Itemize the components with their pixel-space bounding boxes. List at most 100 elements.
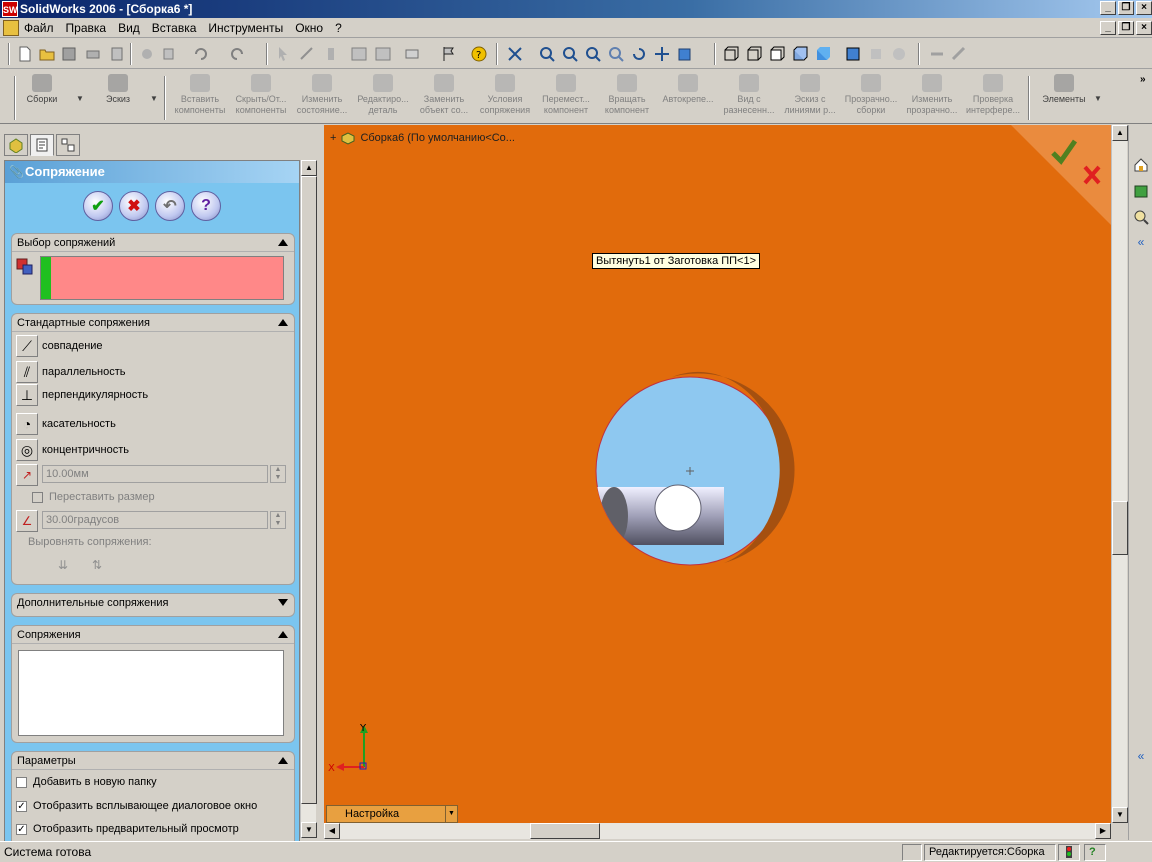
zoom-area-icon[interactable] bbox=[561, 45, 579, 63]
zoom-fit-icon[interactable] bbox=[538, 45, 556, 63]
mates-header[interactable]: Сопряжения bbox=[12, 626, 294, 644]
help-button[interactable]: ? bbox=[191, 191, 221, 221]
angle-spinner[interactable]: ▲ ▼ bbox=[270, 511, 286, 529]
scroll-down-icon[interactable]: ▼ bbox=[301, 822, 317, 838]
sketch-dropdown-icon[interactable]: ▼ bbox=[150, 94, 158, 103]
feature-manager-tab[interactable] bbox=[4, 134, 28, 156]
section-view-icon[interactable] bbox=[867, 45, 885, 63]
smart-fasteners-button[interactable]: Автокрепе... bbox=[656, 74, 720, 122]
standard-mates-header[interactable]: Стандартные сопряжения bbox=[12, 314, 294, 332]
help-icon[interactable]: ? bbox=[470, 45, 488, 63]
move-component-button[interactable]: Перемест... компонент bbox=[534, 74, 598, 122]
flag-icon[interactable] bbox=[440, 45, 458, 63]
pan-icon[interactable] bbox=[653, 45, 671, 63]
scroll-left-icon[interactable]: ◀ bbox=[324, 823, 340, 839]
advanced-mates-header[interactable]: Дополнительные сопряжения bbox=[12, 594, 294, 612]
standard-views-icon[interactable] bbox=[676, 45, 694, 63]
mate-perpendicular[interactable]: ⊥ перпендикулярность bbox=[16, 383, 148, 407]
scroll-down-icon[interactable]: ▼ bbox=[1112, 807, 1128, 823]
copy-icon[interactable] bbox=[160, 45, 178, 63]
hide-show-components-button[interactable]: Скрыть/От... компоненты bbox=[229, 74, 293, 122]
assembly-transparency-button[interactable]: Прозрачно... сборки bbox=[839, 74, 903, 122]
redo-icon[interactable] bbox=[228, 45, 246, 63]
replace-entity-button[interactable]: Заменить объект со... bbox=[412, 74, 476, 122]
cancel-button[interactable]: ✖ bbox=[119, 191, 149, 221]
view-orientation-icon[interactable] bbox=[506, 45, 524, 63]
restore-button[interactable]: ❐ bbox=[1118, 1, 1134, 15]
expand-pane-icon[interactable]: « bbox=[1133, 749, 1149, 765]
print-icon[interactable] bbox=[84, 45, 102, 63]
scroll-thumb[interactable] bbox=[1112, 501, 1128, 555]
mate-selections-header[interactable]: Выбор сопряжений bbox=[12, 234, 294, 252]
show-popup-checkbox[interactable]: ✓ bbox=[16, 800, 27, 812]
menu-tools[interactable]: Инструменты bbox=[208, 21, 283, 35]
explode-line-sketch-button[interactable]: Эскиз с линиями р... bbox=[778, 74, 842, 122]
quick-tips-icon[interactable]: ? bbox=[1084, 844, 1106, 861]
configuration-manager-tab[interactable] bbox=[56, 134, 80, 156]
wireframe-icon[interactable] bbox=[722, 45, 740, 63]
table-icon[interactable] bbox=[374, 45, 392, 63]
print-preview-icon[interactable] bbox=[108, 45, 126, 63]
realview-icon[interactable] bbox=[890, 45, 908, 63]
scroll-right-icon[interactable]: ▶ bbox=[1095, 823, 1111, 839]
shaded-icon[interactable] bbox=[814, 45, 832, 63]
ok-button[interactable]: ✔ bbox=[83, 191, 113, 221]
add-to-folder-checkbox[interactable] bbox=[16, 776, 27, 788]
menu-window[interactable]: Окно bbox=[295, 21, 323, 35]
scroll-thumb[interactable] bbox=[301, 176, 317, 804]
show-preview-checkbox[interactable]: ✓ bbox=[16, 823, 27, 835]
appearance-icon[interactable] bbox=[928, 45, 946, 63]
features-dropdown-icon[interactable]: ▼ bbox=[1094, 94, 1102, 103]
doc-restore-button[interactable]: ❐ bbox=[1118, 21, 1134, 35]
close-button[interactable]: × bbox=[1136, 1, 1152, 15]
distance-input[interactable]: 10.00мм bbox=[42, 465, 268, 483]
document-icon[interactable] bbox=[3, 20, 19, 36]
collapse-icon[interactable] bbox=[278, 631, 288, 638]
insert-components-button[interactable]: Вставить компоненты bbox=[168, 74, 232, 122]
viewport-vertical-scrollbar[interactable]: ▲ ▼ bbox=[1111, 125, 1128, 823]
options-icon[interactable] bbox=[322, 45, 340, 63]
change-state-button[interactable]: Изменить состояние... bbox=[290, 74, 354, 122]
graphics-area[interactable]: + Сборка6 (По умолчанию<Со... Вытянуть1 … bbox=[324, 125, 1111, 823]
scroll-thumb[interactable] bbox=[530, 823, 600, 839]
assemblies-group-button[interactable]: Сборки bbox=[12, 74, 72, 122]
minimize-button[interactable]: _ bbox=[1100, 1, 1116, 15]
scroll-up-icon[interactable]: ▲ bbox=[1112, 125, 1128, 141]
change-transparency-button[interactable]: Изменить прозрачно... bbox=[900, 74, 964, 122]
hidden-lines-removed-icon[interactable] bbox=[768, 45, 786, 63]
grid-icon[interactable] bbox=[350, 45, 368, 63]
menu-view[interactable]: Вид bbox=[118, 21, 140, 35]
property-manager-scrollbar[interactable]: ▲ ▼ bbox=[300, 160, 317, 838]
new-document-icon[interactable] bbox=[16, 45, 34, 63]
angle-input[interactable]: 30.00градусов bbox=[42, 511, 268, 529]
collapse-icon[interactable] bbox=[278, 239, 288, 246]
cut-icon[interactable] bbox=[138, 45, 156, 63]
menu-file[interactable]: Файл bbox=[24, 21, 54, 35]
doc-minimize-button[interactable]: _ bbox=[1100, 21, 1116, 35]
angle-mate-icon[interactable]: ∠ bbox=[16, 510, 38, 532]
dimension-icon[interactable] bbox=[404, 45, 422, 63]
sketch-group-button[interactable]: Эскиз bbox=[88, 74, 148, 122]
open-folder-icon[interactable] bbox=[38, 45, 56, 63]
show-preview-row[interactable]: ✓ Отобразить предварительный просмотр bbox=[16, 823, 239, 835]
collapse-pane-icon[interactable]: « bbox=[1133, 235, 1149, 251]
mates-list[interactable] bbox=[18, 650, 284, 736]
rebuild-icon[interactable] bbox=[298, 45, 316, 63]
collapse-icon[interactable] bbox=[278, 757, 288, 764]
save-icon[interactable] bbox=[60, 45, 78, 63]
distance-spinner[interactable]: ▲ ▼ bbox=[270, 465, 286, 483]
mate-concentric[interactable]: ◎ концентричность bbox=[16, 438, 129, 462]
menu-insert[interactable]: Вставка bbox=[152, 21, 197, 35]
mate-parallel[interactable]: ⫽ параллельность bbox=[16, 360, 126, 384]
viewport-horizontal-scrollbar[interactable]: ◀ ▶ bbox=[324, 823, 1111, 839]
home-icon[interactable] bbox=[1133, 157, 1149, 173]
aligned-icon[interactable]: ⇊ bbox=[58, 558, 68, 572]
rotate-view-icon[interactable] bbox=[630, 45, 648, 63]
property-manager-tab[interactable] bbox=[30, 134, 54, 156]
options-header[interactable]: Параметры bbox=[12, 752, 294, 770]
design-library-icon[interactable] bbox=[1133, 183, 1149, 199]
model-hole-view[interactable] bbox=[584, 365, 804, 575]
mate-selection-list[interactable] bbox=[40, 256, 284, 300]
rebuild-status-icon[interactable] bbox=[1058, 844, 1080, 861]
shaded-edges-icon[interactable] bbox=[791, 45, 809, 63]
